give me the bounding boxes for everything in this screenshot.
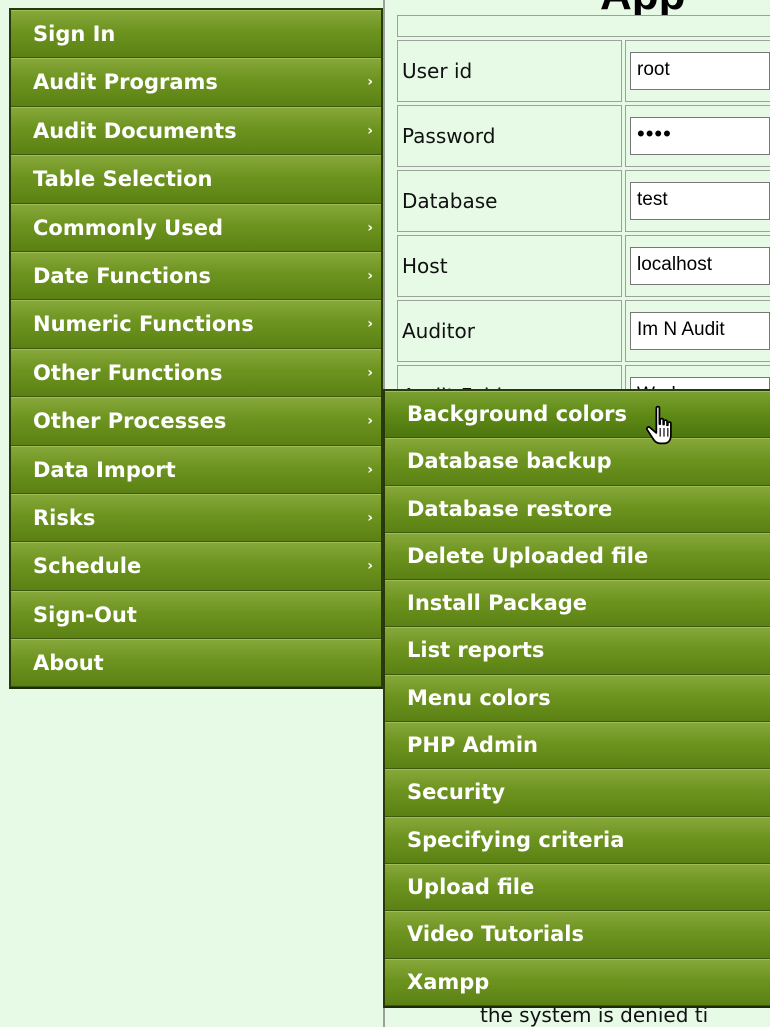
menu-item-numeric-functions[interactable]: Numeric Functions ›	[11, 300, 381, 349]
submenu-item-label: Menu colors	[407, 685, 551, 710]
menu-item-label: Sign In	[33, 22, 116, 46]
database-row: Database test	[397, 170, 770, 232]
submenu-arrow-icon: ›	[367, 316, 373, 333]
submenu-item-menu-colors[interactable]: Menu colors	[385, 674, 770, 723]
menu-item-audit-programs[interactable]: Audit Programs ›	[11, 58, 381, 107]
submenu-item-label: Upload file	[407, 874, 535, 899]
user-id-input[interactable]: root	[630, 52, 770, 90]
submenu-arrow-icon: ›	[367, 461, 373, 478]
submenu-item-label: Video Tutorials	[407, 922, 584, 947]
login-form: User id root Password •••• Database test…	[394, 12, 770, 430]
submenu-arrow-icon: ›	[367, 509, 373, 526]
hand-pointer-icon	[646, 405, 672, 445]
menu-item-label: Commonly Used	[33, 215, 224, 240]
menu-item-label: Audit Programs	[33, 70, 218, 95]
host-input[interactable]: localhost	[630, 247, 770, 285]
other-processes-submenu: Background colors Database backup Databa…	[383, 389, 770, 1008]
submenu-arrow-icon: ›	[367, 413, 373, 430]
menu-item-label: Numeric Functions	[33, 312, 254, 337]
menu-item-label: Data Import	[33, 457, 176, 482]
password-row: Password ••••	[397, 105, 770, 167]
submenu-item-label: List reports	[407, 638, 545, 663]
host-row: Host localhost	[397, 235, 770, 297]
submenu-arrow-icon: ›	[367, 122, 373, 139]
submenu-item-label: Database restore	[407, 496, 613, 521]
menu-item-label: Risks	[33, 505, 96, 530]
submenu-item-label: Security	[407, 780, 506, 805]
menu-item-schedule[interactable]: Schedule ›	[11, 542, 381, 591]
menu-item-date-functions[interactable]: Date Functions ›	[11, 251, 381, 301]
submenu-item-list-reports[interactable]: List reports	[385, 627, 770, 675]
submenu-item-install-package[interactable]: Install Package	[385, 580, 770, 628]
menu-item-other-functions[interactable]: Other Functions ›	[11, 348, 381, 398]
host-label: Host	[397, 235, 622, 297]
menu-item-label: Other Processes	[33, 409, 227, 434]
submenu-item-background-colors[interactable]: Background colors	[385, 391, 770, 439]
menu-item-label: Schedule	[33, 554, 142, 579]
submenu-arrow-icon: ›	[367, 364, 373, 381]
form-header-row	[397, 15, 770, 37]
user-id-row: User id root	[397, 40, 770, 102]
menu-item-label: Date Functions	[33, 263, 211, 288]
menu-item-label: Table Selection	[33, 167, 213, 192]
submenu-item-database-backup[interactable]: Database backup	[385, 438, 770, 486]
menu-item-risks[interactable]: Risks ›	[11, 493, 381, 543]
submenu-item-label: PHP Admin	[407, 733, 538, 758]
database-input[interactable]: test	[630, 182, 770, 220]
submenu-arrow-icon: ›	[367, 267, 373, 284]
submenu-item-label: Background colors	[407, 402, 628, 426]
submenu-item-xampp[interactable]: Xampp	[385, 958, 770, 1006]
submenu-item-video-tutorials[interactable]: Video Tutorials	[385, 911, 770, 959]
submenu-item-php-admin[interactable]: PHP Admin	[385, 722, 770, 770]
menu-item-about[interactable]: About	[11, 639, 381, 688]
submenu-item-upload-file[interactable]: Upload file	[385, 863, 770, 912]
submenu-item-label: Specifying criteria	[407, 827, 625, 852]
auditor-input[interactable]: Im N Audit	[630, 312, 770, 350]
submenu-item-specifying-criteria[interactable]: Specifying criteria	[385, 816, 770, 864]
menu-item-sign-in[interactable]: Sign In	[11, 10, 381, 59]
menu-item-label: Sign-Out	[33, 602, 137, 627]
submenu-arrow-icon: ›	[367, 558, 373, 575]
submenu-item-database-restore[interactable]: Database restore	[385, 485, 770, 533]
menu-item-label: Other Functions	[33, 360, 223, 385]
menu-item-table-selection[interactable]: Table Selection	[11, 155, 381, 204]
submenu-arrow-icon: ›	[367, 74, 373, 91]
menu-item-label: About	[33, 651, 104, 676]
password-label: Password	[397, 105, 622, 167]
submenu-item-label: Database backup	[407, 449, 612, 474]
menu-item-audit-documents[interactable]: Audit Documents ›	[11, 106, 381, 156]
menu-item-sign-out[interactable]: Sign-Out	[11, 590, 381, 640]
submenu-item-security[interactable]: Security	[385, 769, 770, 817]
database-label: Database	[397, 170, 622, 232]
auditor-label: Auditor	[397, 300, 622, 362]
password-input[interactable]: ••••	[630, 117, 770, 155]
submenu-item-delete-uploaded-file[interactable]: Delete Uploaded file	[385, 532, 770, 581]
menu-item-commonly-used[interactable]: Commonly Used ›	[11, 203, 381, 252]
submenu-arrow-icon: ›	[367, 219, 373, 236]
user-id-label: User id	[397, 40, 622, 102]
menu-item-data-import[interactable]: Data Import ›	[11, 445, 381, 494]
auditor-row: Auditor Im N Audit	[397, 300, 770, 362]
main-menu: Sign In Audit Programs › Audit Documents ›…	[9, 8, 383, 690]
submenu-item-label: Xampp	[407, 969, 490, 994]
submenu-item-label: Delete Uploaded file	[407, 543, 649, 568]
menu-item-label: Audit Documents	[33, 118, 237, 143]
submenu-item-label: Install Package	[407, 591, 588, 616]
menu-item-other-processes[interactable]: Other Processes ›	[11, 397, 381, 446]
